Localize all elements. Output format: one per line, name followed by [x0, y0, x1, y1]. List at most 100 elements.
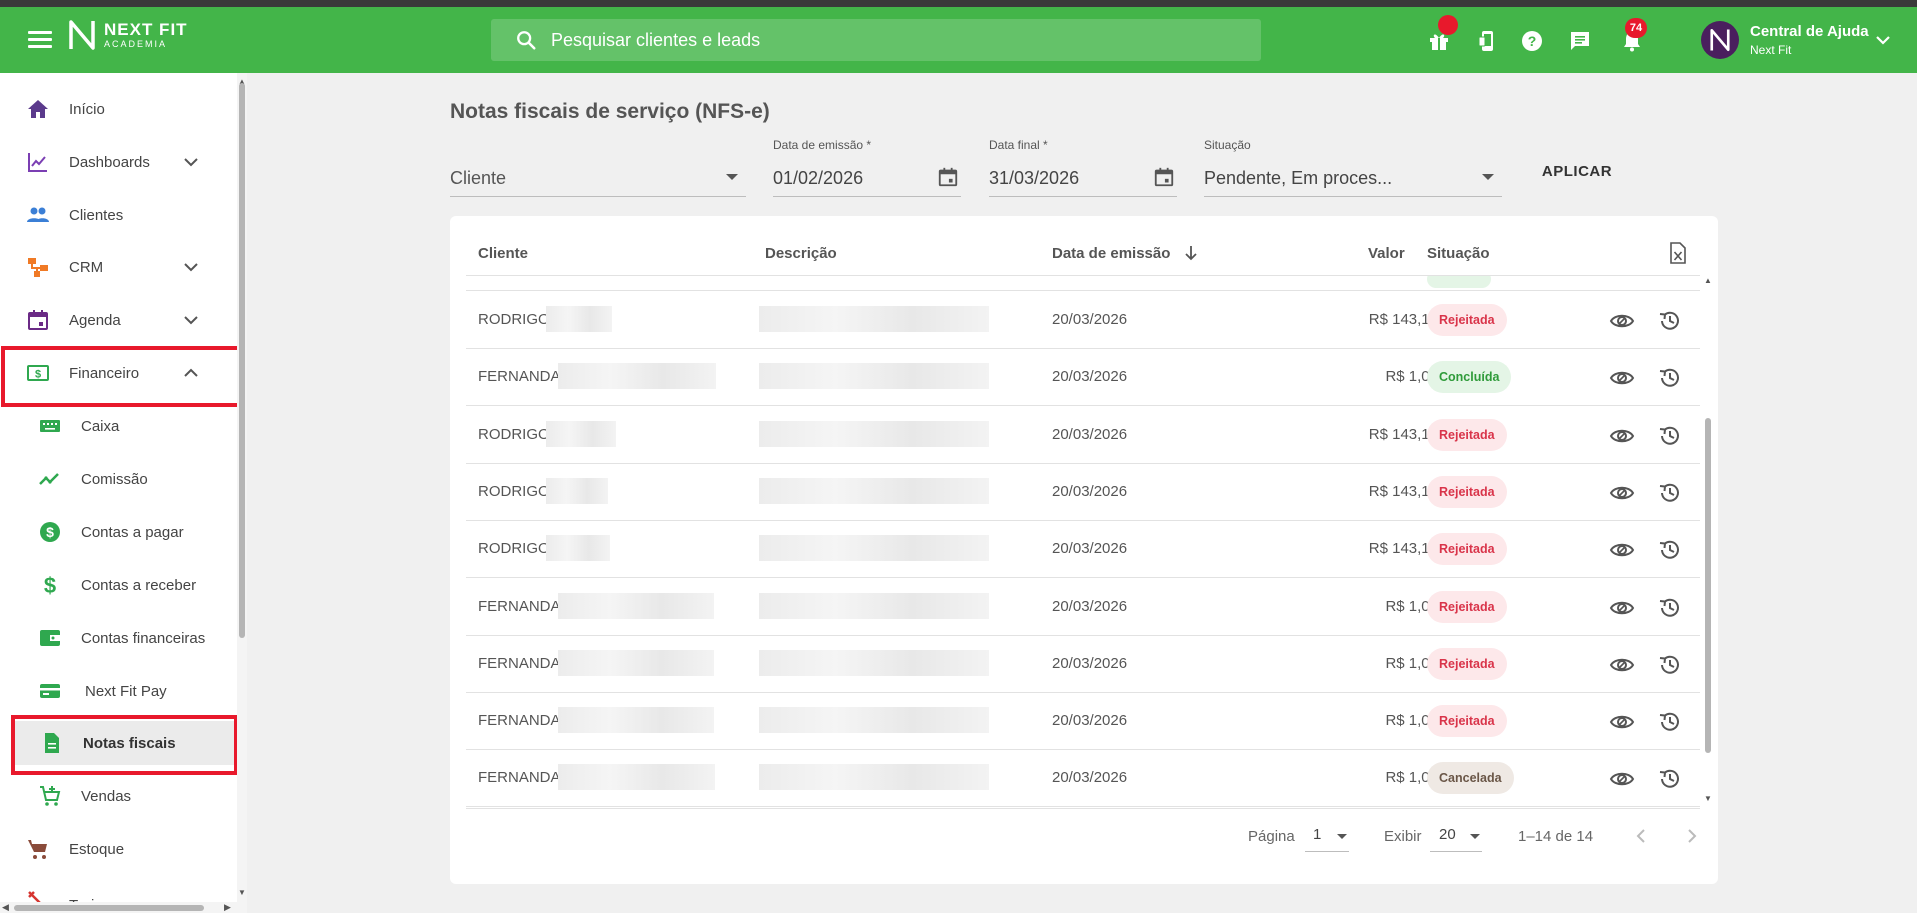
- view-eye-icon[interactable]: [1609, 766, 1635, 792]
- chat-icon[interactable]: [1568, 29, 1592, 53]
- logo-title: NEXT FIT: [104, 20, 188, 39]
- table-row[interactable]: FERNANDA 20/03/2026 R$ 1,00 Rejeitada: [466, 693, 1700, 751]
- view-eye-icon[interactable]: [1609, 423, 1635, 449]
- column-header-cliente[interactable]: Cliente: [478, 245, 528, 262]
- final-date-field[interactable]: Data final * 31/03/2026: [989, 138, 1177, 198]
- emission-date: 20/03/2026: [1052, 597, 1128, 615]
- view-eye-icon[interactable]: [1609, 308, 1635, 334]
- logo[interactable]: NEXT FIT ACADEMIA: [68, 19, 188, 51]
- column-header-valor[interactable]: Valor: [1368, 245, 1405, 262]
- search-bar[interactable]: [491, 19, 1261, 61]
- sidebar-item-label: Estoque: [69, 840, 125, 858]
- sidebar-item-inicio[interactable]: Início: [0, 87, 237, 131]
- mobile-icon[interactable]: [1475, 29, 1499, 53]
- sidebar-item-agenda[interactable]: Agenda: [0, 298, 237, 342]
- sidebar-scrollbar[interactable]: ▲ ▼: [237, 73, 247, 913]
- situacao-filter[interactable]: Situação Pendente, Em proces...: [1204, 138, 1502, 198]
- sidebar-item-crm[interactable]: CRM: [0, 245, 237, 289]
- view-eye-icon[interactable]: [1609, 709, 1635, 735]
- sort-arrow-down-icon[interactable]: [1182, 244, 1200, 262]
- view-eye-icon[interactable]: [1609, 537, 1635, 563]
- sidebar-horizontal-scrollbar[interactable]: ◀ ▶: [0, 902, 237, 913]
- sidebar-item-contas-a-receber[interactable]: $ Contas a receber: [0, 563, 237, 607]
- sidebar-item-comissao[interactable]: Comissão: [0, 457, 237, 501]
- history-icon[interactable]: [1657, 308, 1683, 334]
- sidebar-item-financeiro[interactable]: $ Financeiro: [0, 351, 237, 395]
- emission-date: 20/03/2026: [1052, 769, 1128, 787]
- page-select[interactable]: 1: [1305, 822, 1349, 852]
- history-icon[interactable]: [1657, 595, 1683, 621]
- situacao-label: Situação: [1204, 138, 1251, 152]
- page-title: Notas fiscais de serviço (NFS-e): [450, 100, 770, 123]
- calendar-icon[interactable]: [1153, 166, 1175, 188]
- user-menu[interactable]: Central de Ajuda Next Fit: [1750, 23, 1869, 57]
- chevron-right-icon[interactable]: [1681, 826, 1701, 846]
- table-row[interactable]: FERNANDA 20/03/2026 R$ 1,00 Rejeitada: [466, 579, 1700, 636]
- redacted-name: [558, 764, 715, 791]
- calendar-icon[interactable]: [937, 166, 959, 188]
- history-icon[interactable]: [1657, 766, 1683, 792]
- history-icon[interactable]: [1657, 709, 1683, 735]
- view-eye-icon[interactable]: [1609, 480, 1635, 506]
- search-input[interactable]: [551, 29, 1231, 51]
- table-row[interactable]: RODRIGO 20/03/2026 R$ 143,10 Rejeitada: [466, 407, 1700, 464]
- page-size-select[interactable]: 20: [1430, 822, 1482, 852]
- sidebar-item-contas-financeiras[interactable]: Contas financeiras: [0, 616, 237, 660]
- history-icon[interactable]: [1657, 652, 1683, 678]
- sidebar-item-estoque[interactable]: Estoque: [0, 827, 237, 871]
- table-row[interactable]: FERNANDA 20/03/2026 R$ 1,00 Concluída: [466, 349, 1700, 407]
- sidebar-item-dashboards[interactable]: Dashboards: [0, 140, 237, 184]
- table-row[interactable]: RODRIGO 20/03/2026 R$ 143,10 Rejeitada: [466, 464, 1700, 521]
- redacted-name: [546, 420, 616, 447]
- table-row[interactable]: RODRIGO 20/03/2026 R$ 143,10 Rejeitada: [466, 521, 1700, 579]
- cart-icon: [28, 840, 47, 859]
- sidebar-item-caixa[interactable]: Caixa: [0, 404, 237, 448]
- history-icon[interactable]: [1657, 423, 1683, 449]
- cliente-name: FERNANDA: [478, 712, 561, 730]
- table-row[interactable]: RODRIGO 20/03/2026 R$ 143,10 Rejeitada: [466, 292, 1700, 349]
- view-eye-icon[interactable]: [1609, 652, 1635, 678]
- sidebar-item-label: Contas financeiras: [81, 629, 206, 647]
- view-eye-icon[interactable]: [1609, 365, 1635, 391]
- sidebar-item-contas-a-pagar[interactable]: $ Contas a pagar: [0, 510, 237, 554]
- chevron-left-icon[interactable]: [1632, 826, 1652, 846]
- cliente-placeholder: Cliente: [450, 168, 507, 188]
- column-header-descricao[interactable]: Descrição: [765, 245, 837, 262]
- notification-badge: 74: [1625, 18, 1647, 38]
- history-icon[interactable]: [1657, 480, 1683, 506]
- avatar[interactable]: [1701, 21, 1739, 59]
- chevron-down-icon: [184, 316, 198, 325]
- redacted-description: [759, 764, 989, 791]
- status-badge: Rejeitada: [1427, 304, 1507, 336]
- keyboard-icon: [40, 420, 60, 432]
- sidebar-item-next-fit-pay[interactable]: Next Fit Pay: [0, 669, 237, 713]
- export-excel-icon[interactable]: [1668, 242, 1688, 264]
- user-org: Next Fit: [1750, 43, 1792, 57]
- emission-date: 20/03/2026: [1052, 311, 1128, 328]
- view-eye-icon[interactable]: [1609, 595, 1635, 621]
- sidebar-item-notas-fiscais[interactable]: Notas fiscais: [14, 721, 236, 765]
- column-header-data-emissao[interactable]: Data de emissão: [1052, 245, 1170, 262]
- history-icon[interactable]: [1657, 537, 1683, 563]
- chevron-down-icon[interactable]: [1874, 33, 1892, 47]
- column-header-situacao[interactable]: Situação: [1427, 245, 1490, 262]
- wallet-icon: [40, 630, 60, 646]
- history-icon[interactable]: [1657, 365, 1683, 391]
- table-scrollbar[interactable]: ▲ ▼: [1703, 276, 1713, 806]
- help-icon[interactable]: ?: [1520, 29, 1544, 53]
- table-row[interactable]: FERNANDA 20/03/2026 R$ 1,00 Rejeitada: [466, 636, 1700, 693]
- dropdown-arrow-icon: [1482, 174, 1494, 180]
- emissao-date-field[interactable]: Data de emissão * 01/02/2026: [773, 138, 961, 198]
- sidebar-item-clientes[interactable]: Clientes: [0, 193, 237, 237]
- status-badge: Rejeitada: [1427, 590, 1507, 623]
- sidebar-item-label: Agenda: [69, 311, 121, 329]
- cliente-filter[interactable]: Cliente: [450, 138, 746, 198]
- sidebar-item-label: Dashboards: [69, 153, 150, 171]
- status-badge: Rejeitada: [1427, 705, 1507, 738]
- table-row[interactable]: FERNANDA 20/03/2026 R$ 1,00 Cancelada: [466, 750, 1700, 808]
- page-value: 1: [1313, 826, 1322, 843]
- sidebar-item-label: Notas fiscais: [83, 734, 176, 752]
- sidebar-item-vendas[interactable]: Vendas: [0, 774, 237, 818]
- apply-button[interactable]: APLICAR: [1530, 155, 1624, 189]
- menu-icon[interactable]: [28, 31, 52, 49]
